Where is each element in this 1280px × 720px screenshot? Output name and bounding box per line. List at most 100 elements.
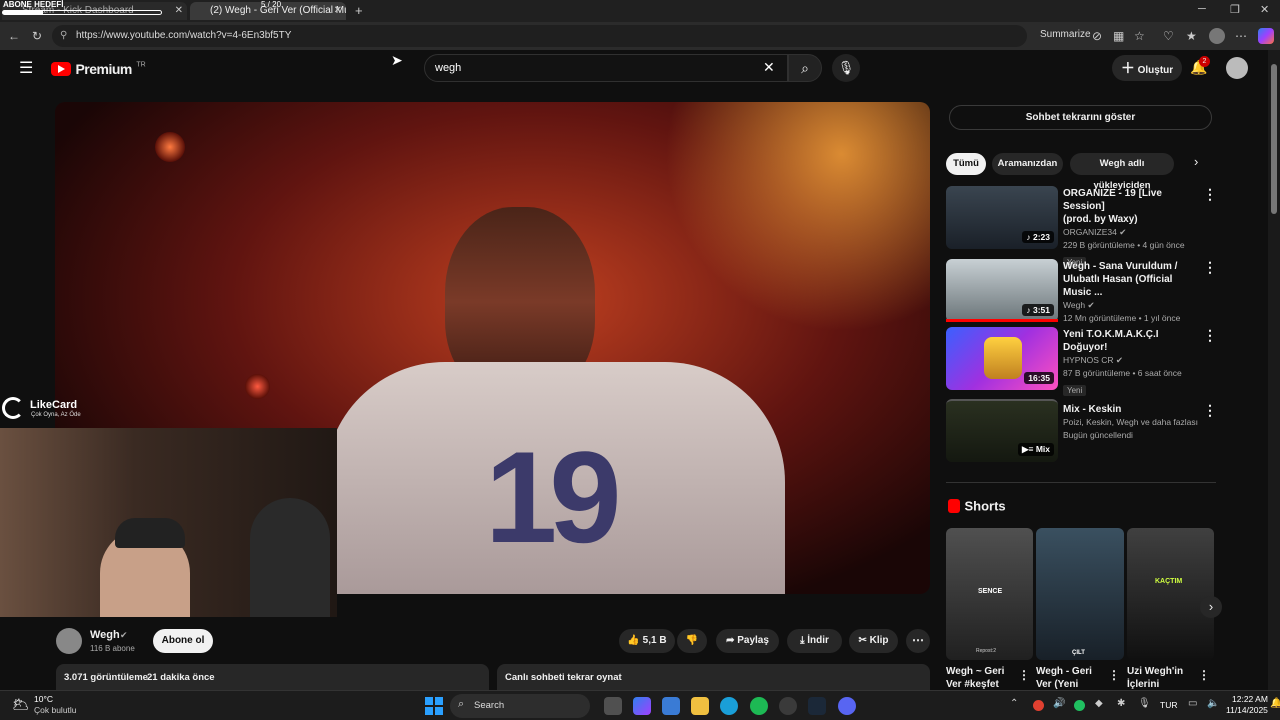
description-box[interactable]: 3.071 görüntüleme 21 dakika önce xyxy=(56,664,489,690)
discord-icon[interactable] xyxy=(838,697,856,715)
show-chat-replay-button[interactable]: Sohbet tekrarını göster xyxy=(949,105,1212,130)
close-tab-icon[interactable]: ✕ xyxy=(175,2,183,20)
minimize-icon[interactable]: ─ xyxy=(1198,3,1206,15)
tray-overflow-icon[interactable]: ⌃ xyxy=(1010,698,1018,709)
video-menu-icon[interactable]: ⋮ xyxy=(1203,402,1217,419)
short-thumbnail[interactable]: KAÇTIM xyxy=(1127,528,1214,660)
download-button[interactable]: ⤓ İndir xyxy=(787,629,842,653)
spotify-icon[interactable] xyxy=(750,697,768,715)
more-menu-icon[interactable]: ⋯ xyxy=(1235,22,1247,50)
steam-icon[interactable] xyxy=(808,697,826,715)
video-menu-icon[interactable]: ⋮ xyxy=(1203,327,1217,344)
short-menu-icon[interactable]: ⋮ xyxy=(1108,668,1120,682)
create-button[interactable]: ＋ Oluştur xyxy=(1112,55,1182,81)
file-explorer-icon[interactable] xyxy=(691,697,709,715)
microphone-tray-icon[interactable]: 🎙 xyxy=(1138,698,1151,709)
short-title[interactable]: Uzi Wegh'in İçlerini xyxy=(1127,665,1199,690)
youtube-logo[interactable]: Premium TR xyxy=(51,60,146,78)
video-thumbnail[interactable]: 16:35 xyxy=(946,327,1058,390)
clip-button[interactable]: ✂ Klip xyxy=(849,629,898,653)
tray-app-icon[interactable] xyxy=(1033,700,1044,711)
taskbar-search[interactable]: ⌕ Search xyxy=(450,694,590,718)
weather-icon[interactable]: 🌥 xyxy=(12,696,30,713)
profile-avatar[interactable] xyxy=(1209,28,1225,44)
chips-next-icon[interactable]: › xyxy=(1194,154,1198,169)
copilot-app-icon[interactable] xyxy=(633,697,651,715)
short-thumbnail[interactable]: SENCE Repost:2 xyxy=(946,528,1033,660)
video-info: Mix - Keskin Poizi, Keskin, Wegh ve daha… xyxy=(1063,403,1198,442)
short-tag: Repost:2 xyxy=(976,648,997,654)
reload-icon[interactable]: ↻ xyxy=(32,22,42,50)
short-menu-icon[interactable]: ⋮ xyxy=(1018,668,1030,682)
search-button[interactable]: ⌕ xyxy=(788,54,822,82)
related-mix-item[interactable]: ▶≡ Mix Mix - Keskin Poizi, Keskin, Wegh … xyxy=(946,399,1217,465)
related-video-item[interactable]: ♪ 2:23 ORGANIZE - 19 [Live Session] (pro… xyxy=(946,186,1217,268)
hamburger-menu-icon[interactable]: ☰ xyxy=(19,58,33,78)
thumbnail-art xyxy=(984,337,1022,379)
scrollbar-thumb[interactable] xyxy=(1271,64,1277,214)
voice-search-button[interactable]: 🎙 xyxy=(832,54,860,82)
chip-from-uploader[interactable]: Wegh adlı yükleyiciden xyxy=(1070,153,1174,191)
video-thumbnail[interactable]: ♪ 3:51 xyxy=(946,259,1058,322)
task-view-icon[interactable] xyxy=(604,697,622,715)
url-field[interactable]: ⚲ https://www.youtube.com/watch?v=4-6En3… xyxy=(52,25,1027,47)
verified-icon: ✔ xyxy=(1115,355,1124,365)
network-icon[interactable]: ▭ xyxy=(1188,698,1197,709)
shorts-heading: Shorts xyxy=(948,497,1006,515)
youtube-page: ☰ Premium TR wegh ✕ ⌕ 🎙 ＋ Oluştur 🔔 2 19 xyxy=(0,50,1268,690)
channel-name[interactable]: Wegh xyxy=(90,629,120,641)
related-video-item[interactable]: ♪ 3:51 Wegh - Sana Vuruldum / Ulubatlı H… xyxy=(946,259,1217,325)
chip-from-search[interactable]: Aramanızdan xyxy=(992,153,1063,175)
page-scrollbar[interactable] xyxy=(1268,50,1280,690)
video-thumbnail[interactable]: ♪ 2:23 xyxy=(946,186,1058,249)
short-title[interactable]: Wegh - Geri Ver (Yeni xyxy=(1036,665,1108,690)
dislike-button[interactable]: 👎 xyxy=(677,629,707,653)
maximize-icon[interactable]: ❐ xyxy=(1230,3,1240,16)
clear-search-icon[interactable]: ✕ xyxy=(763,59,775,76)
input-language[interactable]: TUR xyxy=(1160,700,1177,710)
account-avatar[interactable] xyxy=(1226,57,1248,79)
chip-all[interactable]: Tümü xyxy=(946,153,986,175)
windows-start-icon[interactable] xyxy=(425,697,443,715)
clock-date[interactable]: 11/14/2025 xyxy=(1226,705,1268,715)
shorts-next-button[interactable]: › xyxy=(1200,596,1222,618)
browser-essentials-icon[interactable]: ♡ xyxy=(1163,22,1174,50)
new-tab-button[interactable]: + xyxy=(355,3,363,18)
back-icon[interactable]: ← xyxy=(8,22,20,50)
related-video-item[interactable]: 16:35 Yeni T.O.K.M.A.K.Ç.I Doğuyor! HYPN… xyxy=(946,327,1217,396)
close-window-icon[interactable]: ✕ xyxy=(1260,3,1269,16)
edge-icon[interactable] xyxy=(720,697,738,715)
summarize-button[interactable]: Summarize xyxy=(1040,29,1091,40)
volume-tray-icon[interactable]: 🔊 xyxy=(1053,698,1065,709)
notification-center-icon[interactable]: 🔔 xyxy=(1270,698,1280,709)
more-actions-button[interactable]: ⋯ xyxy=(906,629,930,653)
like-button[interactable]: 👍 5,1 B xyxy=(619,629,675,653)
app-icon[interactable] xyxy=(779,697,797,715)
video-thumbnail[interactable]: ▶≡ Mix xyxy=(946,399,1058,462)
chat-replay-box[interactable]: Canlı sohbeti tekrar oynat xyxy=(497,664,930,690)
copilot-icon[interactable] xyxy=(1258,28,1274,44)
short-menu-icon[interactable]: ⋮ xyxy=(1198,668,1210,682)
search-input[interactable]: wegh ✕ xyxy=(424,54,788,82)
favorites-icon[interactable]: ★ xyxy=(1186,22,1197,50)
steam-tray-icon[interactable]: ◆ xyxy=(1095,698,1103,709)
video-menu-icon[interactable]: ⋮ xyxy=(1203,259,1217,276)
share-button[interactable]: ➦ Paylaş xyxy=(716,629,779,653)
favorite-star-icon[interactable]: ☆ xyxy=(1134,22,1145,50)
extension-icon[interactable]: ⊘ xyxy=(1092,22,1102,50)
subscribe-button[interactable]: Abone ol xyxy=(153,629,213,653)
speaker-icon[interactable]: 🔈 xyxy=(1207,698,1219,709)
store-icon[interactable] xyxy=(662,697,680,715)
tray-app-icon[interactable] xyxy=(1074,700,1085,711)
close-tab-icon[interactable]: ✕ xyxy=(334,2,342,20)
clock-time[interactable]: 12:22 AM xyxy=(1232,694,1268,704)
short-title[interactable]: Wegh ~ Geri Ver #keşfet xyxy=(946,665,1018,690)
video-menu-icon[interactable]: ⋮ xyxy=(1203,186,1217,203)
site-info-icon[interactable]: ⚲ xyxy=(60,25,67,47)
short-thumbnail[interactable]: ÇILT xyxy=(1036,528,1124,660)
bluetooth-icon[interactable]: ✱ xyxy=(1117,698,1125,709)
channel-avatar[interactable] xyxy=(56,628,82,654)
video-info: ORGANIZE - 19 [Live Session] (prod. by W… xyxy=(1063,187,1198,270)
notifications-button[interactable]: 🔔 2 xyxy=(1190,56,1210,76)
reader-icon[interactable]: ▦ xyxy=(1113,22,1124,50)
